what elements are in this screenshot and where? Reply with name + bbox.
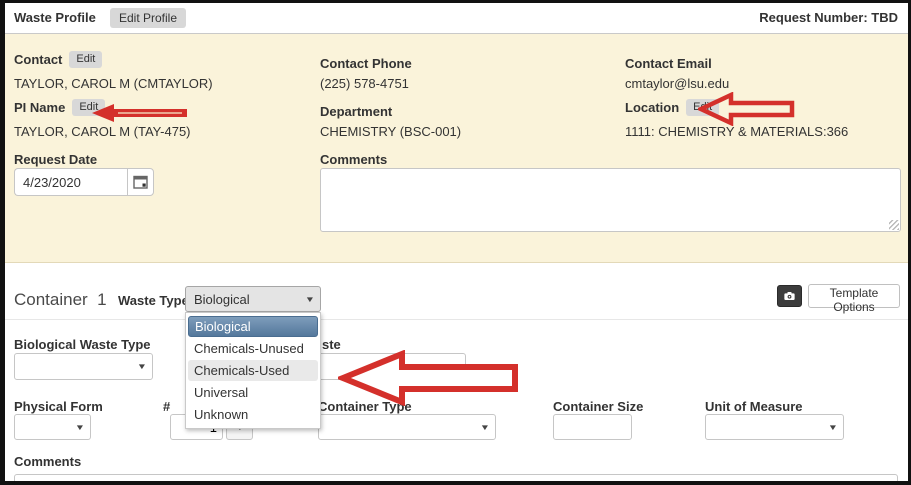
container-size-input[interactable] <box>553 414 632 440</box>
contact-phone-value: (225) 578-4751 <box>320 76 409 91</box>
profile-panel: Contact Edit TAYLOR, CAROL M (CMTAYLOR) … <box>5 34 908 263</box>
count-label: # <box>163 399 170 414</box>
location-value: 1111: CHEMISTRY & MATERIALS:366 <box>625 124 848 139</box>
unit-of-measure-select[interactable]: ▼ <box>705 414 844 440</box>
department-value: CHEMISTRY (BSC-001) <box>320 124 461 139</box>
container-size-label: Container Size <box>553 399 643 414</box>
profile-comments-label: Comments <box>320 152 387 167</box>
physical-form-label: Physical Form <box>14 399 103 414</box>
chevron-down-icon: ▼ <box>75 423 85 432</box>
calendar-button[interactable] <box>127 168 154 196</box>
request-number: Request Number: TBD <box>759 10 898 25</box>
contact-value: TAYLOR, CAROL M (CMTAYLOR) <box>14 76 213 91</box>
request-date-label: Request Date <box>14 152 97 167</box>
calendar-icon <box>133 175 148 189</box>
waste-type-selected-value: Biological <box>194 292 250 307</box>
container-title: Container 1 <box>14 290 107 310</box>
edit-profile-button[interactable]: Edit Profile <box>110 8 186 28</box>
section-divider <box>5 319 908 320</box>
pi-name-value: TAYLOR, CAROL M (TAY-475) <box>14 124 191 139</box>
unit-of-measure-label: Unit of Measure <box>705 399 803 414</box>
dropdown-option-biological[interactable]: Biological <box>188 316 318 337</box>
contact-email-label: Contact Email <box>625 56 712 71</box>
profile-comments-textarea[interactable] <box>320 168 901 232</box>
chevron-down-icon: ▼ <box>480 423 490 432</box>
department-label: Department <box>320 104 392 119</box>
location-edit-button[interactable]: Edit <box>686 99 719 116</box>
waste-profile-page: Waste Profile Edit Profile Request Numbe… <box>0 0 911 485</box>
dropdown-option-chemicals-unused[interactable]: Chemicals-Unused <box>188 338 318 359</box>
chevron-down-icon: ▼ <box>137 362 147 371</box>
contact-phone-label: Contact Phone <box>320 56 412 71</box>
container-comments-label: Comments <box>14 454 81 469</box>
textarea-resize-grip[interactable] <box>889 220 899 230</box>
physical-form-select[interactable]: ▼ <box>14 414 91 440</box>
template-options-button[interactable]: Template Options <box>808 284 900 308</box>
biological-waste-type-select[interactable]: ▼ <box>14 353 153 380</box>
dropdown-option-universal[interactable]: Universal <box>188 382 318 403</box>
pi-name-label: PI Name <box>14 100 65 115</box>
dropdown-option-unknown[interactable]: Unknown <box>188 404 318 425</box>
chevron-down-icon: ▼ <box>305 295 315 304</box>
page-title: Waste Profile <box>14 10 96 25</box>
container-type-label: Container Type <box>318 399 412 414</box>
container-comments-input[interactable] <box>14 474 898 485</box>
request-number-value: TBD <box>871 10 898 25</box>
chevron-down-icon: ▼ <box>828 423 838 432</box>
request-date-input[interactable] <box>14 168 127 196</box>
contact-edit-button[interactable]: Edit <box>69 51 102 68</box>
camera-icon <box>784 290 795 302</box>
dropdown-option-chemicals-used[interactable]: Chemicals-Used <box>188 360 318 381</box>
request-date-picker <box>14 168 154 196</box>
waste-type-label: Waste Type <box>118 293 189 308</box>
container-number: 1 <box>97 290 106 309</box>
top-bar: Waste Profile Edit Profile Request Numbe… <box>5 3 908 34</box>
waste-type-dropdown-list: Biological Chemicals-Unused Chemicals-Us… <box>185 312 321 429</box>
contact-label: Contact <box>14 52 62 67</box>
pi-name-edit-button[interactable]: Edit <box>72 99 105 116</box>
waste-type-select[interactable]: Biological ▼ <box>185 286 321 312</box>
obscured-label-fragment: ste <box>322 337 341 352</box>
biological-waste-type-label: Biological Waste Type <box>14 337 151 352</box>
contact-email-value: cmtaylor@lsu.edu <box>625 76 729 91</box>
camera-button[interactable] <box>777 285 802 307</box>
container-type-select[interactable]: ▼ <box>318 414 496 440</box>
request-number-label: Request Number: <box>759 10 867 25</box>
location-label: Location <box>625 100 679 115</box>
